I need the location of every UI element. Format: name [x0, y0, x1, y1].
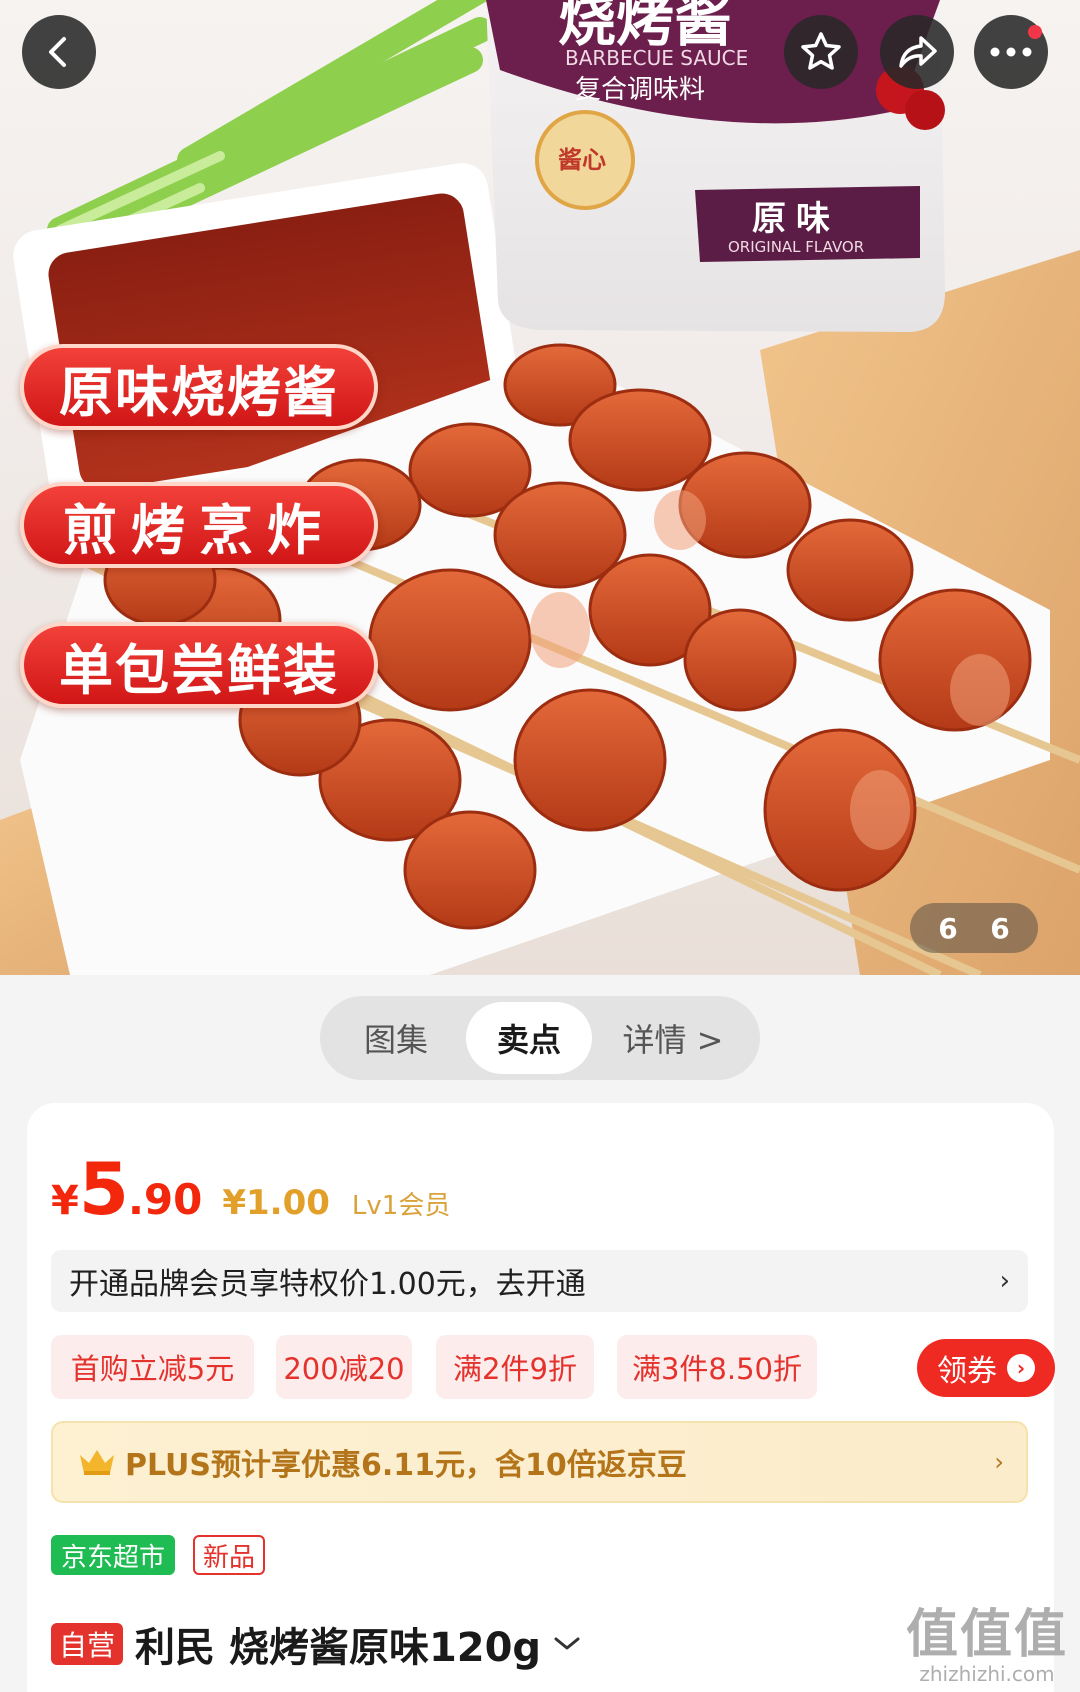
product-title-row[interactable]: 自营 利民 烧烤酱原味120g: [51, 1615, 581, 1673]
chevron-down-icon[interactable]: [553, 1635, 581, 1653]
notification-dot: [1028, 25, 1042, 39]
member-price: ¥1.00: [222, 1183, 330, 1223]
product-info-card: ¥ 5 .90 ¥1.00 Lv1会员 开通品牌会员享特权价1.00元，去开通 …: [27, 1103, 1055, 1692]
svg-text:BARBECUE SAUCE: BARBECUE SAUCE: [565, 46, 748, 70]
promo-tag[interactable]: 200减20: [276, 1335, 412, 1399]
watermark-logo: 值值值: [905, 1605, 1068, 1665]
price-row: ¥ 5 .90 ¥1.00 Lv1会员: [51, 1147, 451, 1231]
image-pager: 6 6: [910, 903, 1038, 953]
feature-tag: 煎烤烹炸: [20, 482, 378, 568]
watermark-url: zhizhizhi.com: [919, 1662, 1055, 1686]
pager-current: 6: [938, 911, 958, 945]
member-level-label: Lv1会员: [351, 1191, 451, 1221]
self-operated-badge: 自营: [51, 1623, 124, 1665]
chevron-right-circle-icon: ›: [1007, 1354, 1035, 1382]
feature-tag: 单包尝鲜装: [20, 622, 378, 708]
back-button[interactable]: [22, 15, 96, 89]
star-icon: [801, 32, 841, 70]
product-title: 利民 烧烤酱原味120g: [135, 1625, 542, 1671]
coupon-label: 领券: [937, 1354, 997, 1389]
price-currency: ¥: [51, 1178, 79, 1224]
feature-tag: 原味烧烤酱: [20, 344, 378, 430]
product-image-carousel[interactable]: 烧烤酱 BARBECUE SAUCE 复合调味料 酱心 原味 ORIGINAL …: [0, 0, 1080, 975]
tab-details[interactable]: 详情 >: [592, 1002, 754, 1074]
plus-discount-banner[interactable]: PLUS预计享优惠6.11元，含10倍返京豆 ›: [51, 1421, 1028, 1503]
store-badges: 京东超市 新品: [51, 1535, 266, 1575]
promotion-list: 首购立减5元 200减20 满2件9折 满3件8.50折 领券 ›: [51, 1335, 1055, 1399]
svg-text:酱心: 酱心: [558, 146, 606, 174]
tab-gallery[interactable]: 图集: [326, 1002, 466, 1074]
promo-tag[interactable]: 满3件8.50折: [617, 1335, 817, 1399]
pager-total: 6: [990, 911, 1010, 945]
tab-selling-points[interactable]: 卖点: [466, 1002, 592, 1074]
share-arrow-icon: [899, 36, 937, 68]
chevron-left-icon: [49, 37, 66, 67]
price-integer: 5: [78, 1147, 129, 1231]
watermark: 值值值 zhizhizhi.com: [906, 1608, 1068, 1686]
jd-supermarket-badge: 京东超市: [51, 1535, 176, 1575]
promo-tag[interactable]: 满2件9折: [436, 1335, 594, 1399]
plus-banner-text: PLUS预计享优惠6.11元，含10倍返京豆: [125, 1448, 687, 1483]
more-dots-icon: [990, 47, 1032, 57]
price-decimal: .90: [127, 1175, 203, 1224]
crown-icon: [80, 1450, 114, 1475]
more-button[interactable]: [974, 15, 1048, 89]
get-coupon-button[interactable]: 领券 ›: [917, 1339, 1055, 1397]
chevron-right-icon: ›: [999, 1266, 1010, 1296]
favorite-button[interactable]: [784, 15, 858, 89]
member-banner-text: 开通品牌会员享特权价1.00元，去开通: [69, 1267, 586, 1302]
image-tabs: 图集 卖点 详情 >: [320, 996, 760, 1080]
promo-tag[interactable]: 首购立减5元: [51, 1335, 254, 1399]
chevron-right-icon: ›: [994, 1448, 1004, 1476]
svg-text:ORIGINAL FLAVOR: ORIGINAL FLAVOR: [728, 238, 864, 256]
share-button[interactable]: [880, 15, 954, 89]
new-product-badge: 新品: [193, 1535, 266, 1575]
svg-text:原味: 原味: [752, 199, 840, 239]
brand-member-banner[interactable]: 开通品牌会员享特权价1.00元，去开通 ›: [51, 1250, 1028, 1312]
svg-text:复合调味料: 复合调味料: [575, 75, 705, 105]
